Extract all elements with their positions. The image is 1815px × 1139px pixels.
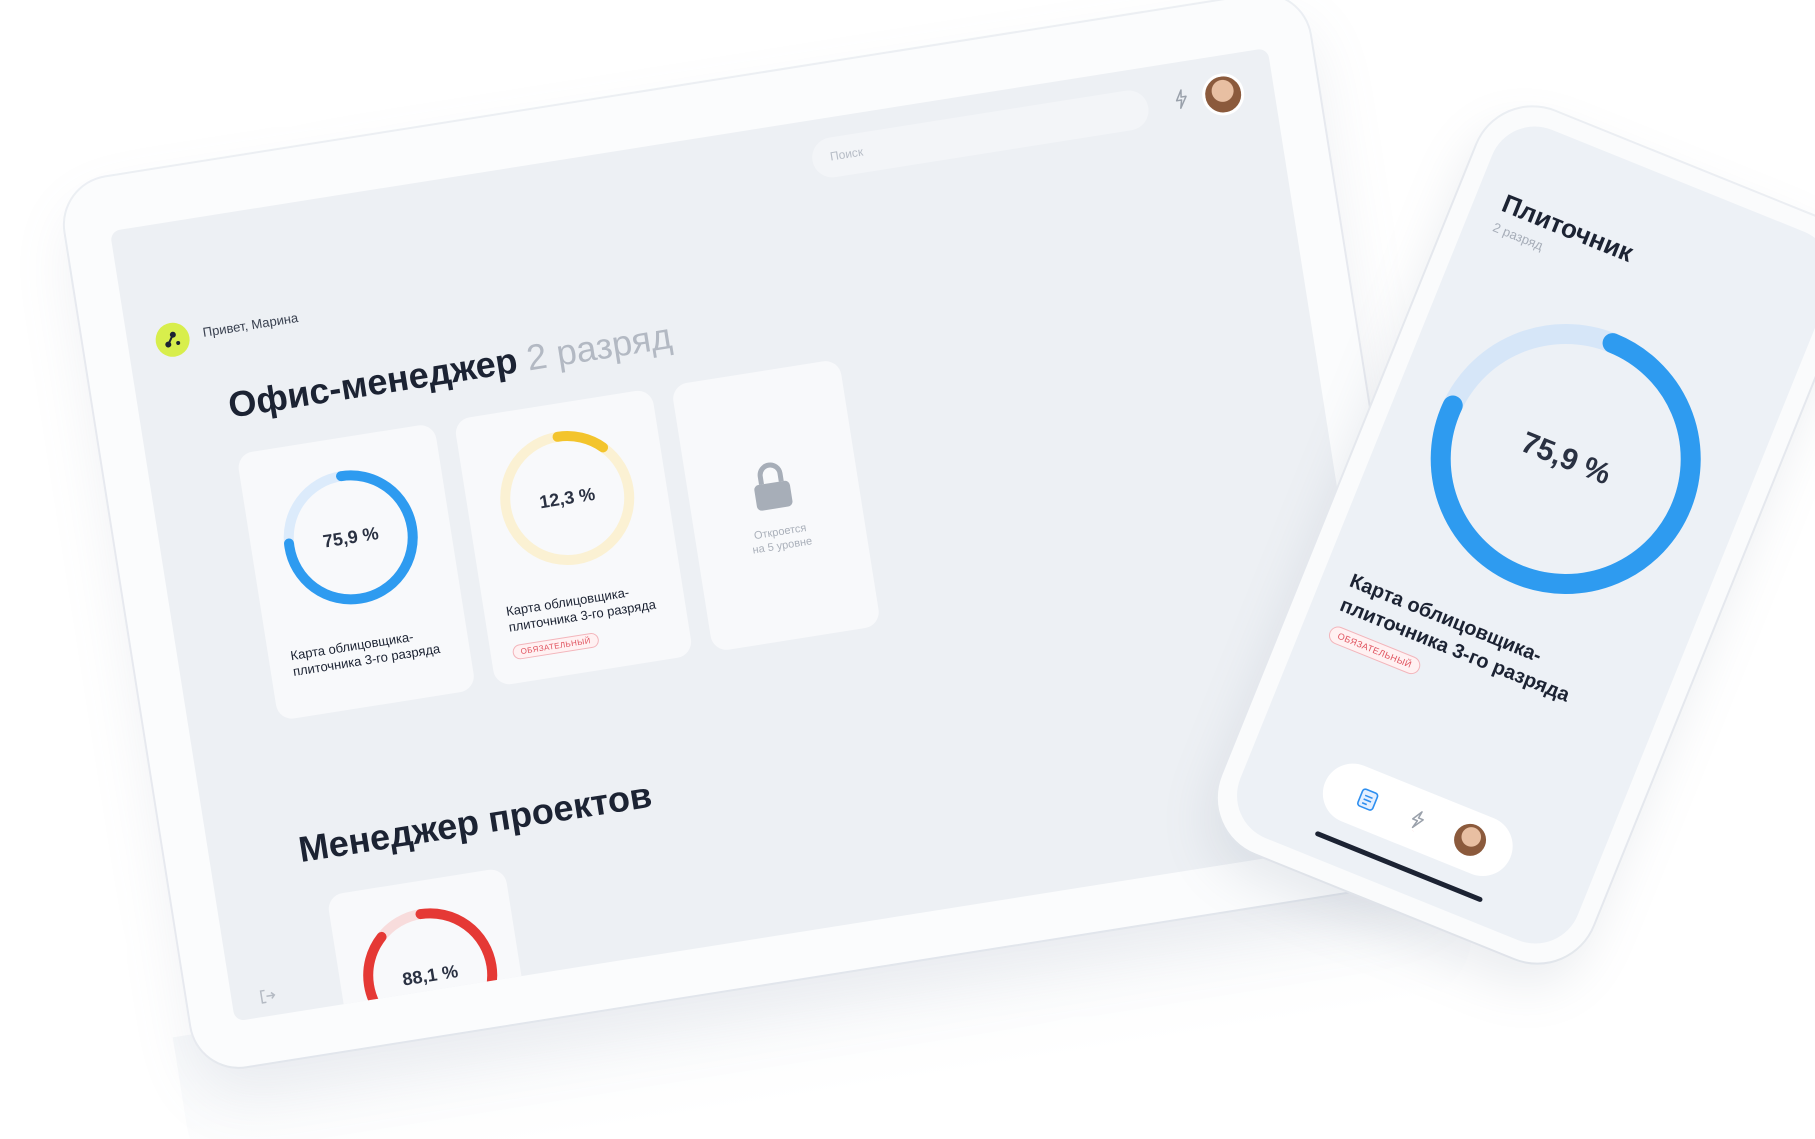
progress-ring: 75,9 %: [271, 457, 431, 617]
office-title: Офис-менеджер: [225, 339, 521, 426]
logo-icon[interactable]: [153, 320, 193, 360]
progress-value: 75,9 %: [321, 522, 380, 552]
lock-icon: [746, 458, 797, 514]
locked-card: Откроется на 5 уровне: [670, 358, 882, 653]
card-label: Карта облицовщика-плиточника 3-го разряд…: [289, 628, 442, 679]
card-label: Карта облицовщика-плиточника 3-го разряд…: [505, 584, 657, 635]
avatar[interactable]: [1449, 819, 1491, 861]
greeting-text: Привет, Марина: [201, 310, 300, 340]
search-placeholder: Поиск: [828, 144, 865, 164]
course-card[interactable]: 12,3 % Карта облицовщика-плиточника 3-го…: [453, 388, 694, 687]
stage: Привет, Марина Поиск Офис-менеджер2 разр…: [0, 0, 1815, 1139]
progress-ring: 88,1 %: [350, 895, 510, 1022]
bell-icon[interactable]: [1402, 804, 1433, 835]
laptop: Привет, Марина Поиск Офис-менеджер2 разр…: [57, 0, 1482, 1139]
office-grade: 2 разряд: [523, 314, 675, 379]
progress-value: 75,9 %: [1516, 425, 1616, 492]
progress-ring: 12,3 %: [487, 418, 647, 578]
bell-icon[interactable]: [1169, 86, 1194, 111]
bottom-nav: [1313, 754, 1522, 886]
progress-value: 12,3 %: [537, 483, 597, 512]
required-badge: ОБЯЗАТЕЛЬНЫЙ: [511, 631, 600, 661]
laptop-screen: Привет, Марина Поиск Офис-менеджер2 разр…: [109, 47, 1393, 1022]
course-card[interactable]: 88,1 %: [326, 867, 536, 1022]
section-title-projects: Менеджер проектов: [295, 773, 655, 871]
progress-value: 88,1 %: [400, 960, 460, 990]
logout-icon[interactable]: [256, 985, 279, 1008]
avatar[interactable]: [1199, 70, 1248, 119]
document-icon[interactable]: [1352, 784, 1383, 815]
progress-ring: 75,9 %: [1383, 277, 1748, 642]
search-input[interactable]: Поиск: [809, 87, 1152, 181]
course-card[interactable]: 75,9 % Карта облицовщика-плиточника 3-го…: [236, 422, 477, 721]
